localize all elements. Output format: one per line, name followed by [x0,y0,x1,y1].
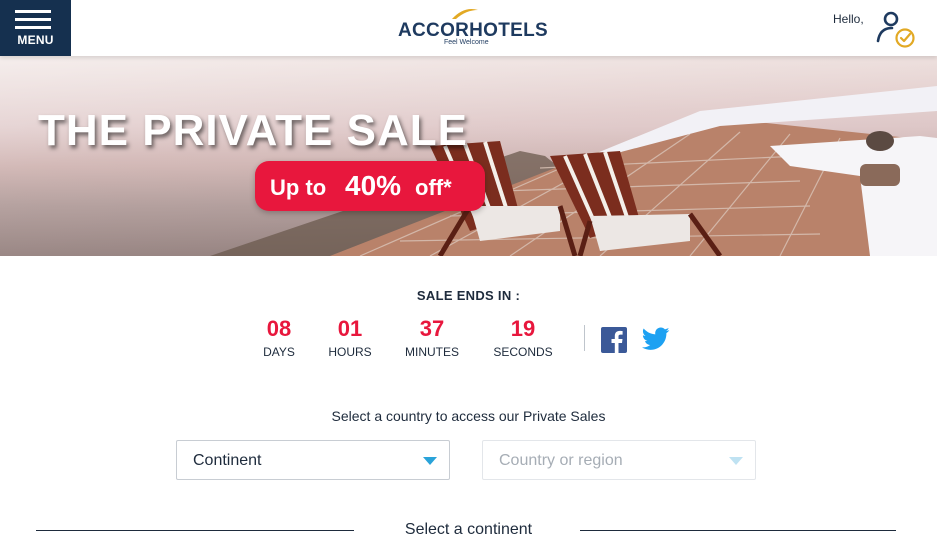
logo-swoosh-icon [452,9,478,19]
chevron-down-icon [423,457,437,465]
menu-button[interactable]: MENU [0,0,71,56]
hours-label: HOURS [328,345,372,359]
greeting-text: Hello, [833,12,864,26]
hamburger-icon [15,10,51,34]
user-account-icon[interactable] [872,8,916,50]
country-dropdown-value: Country or region [499,452,623,469]
menu-label: MENU [17,33,54,47]
twitter-icon[interactable] [642,327,670,351]
days-value: 08 [266,316,292,341]
terrace-illustration [210,86,937,256]
discount-badge[interactable]: Up to 40% off* [255,161,485,211]
badge-value: 40% [345,170,402,201]
seconds-label: SECONDS [493,345,553,359]
chevron-down-icon [729,457,743,465]
countdown-days: 08 DAYS [256,316,302,359]
days-label: DAYS [263,345,295,359]
hero-banner: THE PRIVATE SALE Up to 40% off* [0,56,937,256]
section-divider-right [580,530,896,531]
hero-title: THE PRIVATE SALE [38,106,468,155]
sale-ends-heading: SALE ENDS IN : [416,288,521,303]
countdown-seconds: 19 SECONDS [488,316,558,359]
hours-value: 01 [337,316,363,341]
badge-prefix: Up to [270,175,327,200]
accorhotels-logo[interactable]: ACCORHOTELS Feel Welcome [396,8,548,48]
countdown-divider [584,325,585,351]
site-header: MENU ACCORHOTELS Feel Welcome Hello, [0,0,937,56]
minutes-label: MINUTES [405,345,459,359]
continent-dropdown-value: Continent [193,452,262,469]
select-country-heading: Select a country to access our Private S… [331,408,606,424]
logo-tagline: Feel Welcome [444,39,489,46]
badge-suffix: off* [415,175,452,200]
countdown-minutes: 37 MINUTES [400,316,464,359]
countdown-hours: 01 HOURS [323,316,377,359]
minutes-value: 37 [419,316,445,341]
country-dropdown[interactable]: Country or region [482,440,756,480]
facebook-icon[interactable] [601,327,627,353]
continent-dropdown[interactable]: Continent [176,440,450,480]
seconds-value: 19 [510,316,536,341]
